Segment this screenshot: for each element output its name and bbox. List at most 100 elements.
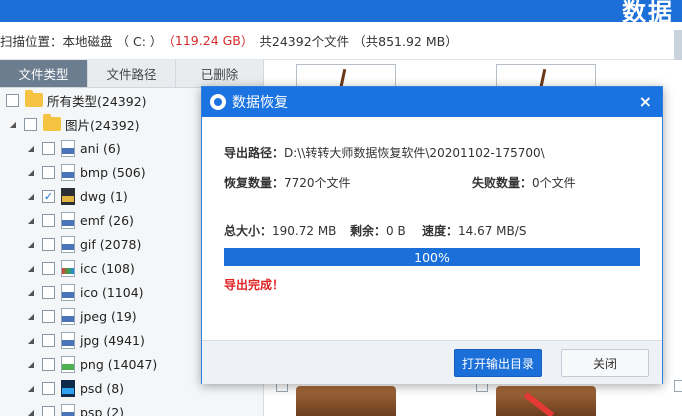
checkbox[interactable]	[42, 357, 55, 371]
tree-item-png[interactable]: ◢ png (14047)	[26, 352, 157, 376]
dwg-file-icon	[61, 187, 75, 205]
file-icon	[61, 139, 75, 157]
tree-item-psp[interactable]: ◢ psp (2)	[26, 400, 124, 416]
dialog-titlebar: 数据恢复 ×	[202, 87, 662, 117]
tree-label: gif (2078)	[80, 236, 142, 252]
failed-count-value: 0个文件	[532, 176, 576, 190]
export-path-line: 导出路径：D:\\转转大师数据恢复软件\20201102-175700\	[224, 144, 545, 161]
tree-item-psd[interactable]: ◢ psd (8)	[26, 376, 124, 400]
tree-item-icc[interactable]: ◢ icc (108)	[26, 256, 135, 280]
expand-arrow-icon[interactable]: ◢	[26, 168, 36, 177]
file-icon	[61, 403, 75, 416]
disk-size-open: （	[162, 34, 175, 49]
total-size-value: 190.72 MB	[272, 224, 337, 238]
file-icon	[61, 331, 75, 349]
file-icon	[61, 211, 75, 229]
tree-item-gif[interactable]: ◢ gif (2078)	[26, 232, 141, 256]
data-recovery-dialog: 数据恢复 × 导出路径：D:\\转转大师数据恢复软件\20201102-1757…	[201, 86, 663, 384]
expand-arrow-icon[interactable]: ◢	[26, 360, 36, 369]
tree-label: jpg (4941)	[80, 332, 145, 348]
checkbox[interactable]	[42, 309, 55, 323]
dialog-body: 导出路径：D:\\转转大师数据恢复软件\20201102-175700\ 恢复数…	[202, 118, 662, 340]
failed-count-line: 失败数量：0个文件	[472, 174, 576, 191]
checkbox[interactable]	[42, 213, 55, 227]
checkbox[interactable]	[42, 333, 55, 347]
expand-arrow-icon[interactable]: ◢	[26, 384, 36, 393]
file-icon	[61, 235, 75, 253]
close-button[interactable]: 关闭	[561, 349, 649, 377]
speed-value: 14.67 MB/S	[458, 224, 527, 238]
tree-label: 图片(24392)	[65, 117, 140, 133]
tree-item-bmp[interactable]: ◢ bmp (506)	[26, 160, 146, 184]
remaining-line: 剩余：0 B	[350, 222, 406, 239]
tree-item-jpg[interactable]: ◢ jpg (4941)	[26, 328, 145, 352]
expand-arrow-icon[interactable]: ◢	[26, 216, 36, 225]
thumbnail[interactable]	[296, 386, 396, 416]
close-icon[interactable]: ×	[639, 92, 652, 111]
checkbox[interactable]	[42, 165, 55, 179]
tab-file-type[interactable]: 文件类型	[0, 60, 88, 87]
expand-arrow-icon[interactable]: ◢	[26, 408, 36, 416]
tree-label: png (14047)	[80, 356, 158, 372]
scan-disk: 本地磁盘 （ C: ）	[62, 34, 163, 49]
tree-label: ico (1104)	[80, 284, 144, 300]
tab-deleted[interactable]: 已删除	[176, 60, 264, 87]
dialog-title: 数据恢复	[232, 95, 288, 111]
checkbox[interactable]	[42, 285, 55, 299]
disk-size-close: ）	[240, 34, 254, 49]
tree-label: jpeg (19)	[80, 308, 137, 324]
tree-label: psd (8)	[80, 380, 125, 396]
remaining-label: 剩余：	[350, 224, 387, 238]
expand-arrow-icon[interactable]: ◢	[26, 336, 36, 345]
checkbox[interactable]	[42, 237, 55, 251]
checkbox[interactable]	[42, 141, 55, 155]
checkbox-checked[interactable]: ✓	[42, 189, 55, 203]
total-size-label: 总大小：	[224, 224, 273, 238]
export-complete-message: 导出完成！	[224, 278, 285, 292]
remaining-value: 0 B	[386, 224, 406, 238]
tree-label: emf (26)	[80, 212, 134, 228]
file-icon	[61, 307, 75, 325]
expand-arrow-icon[interactable]: ◢	[26, 288, 36, 297]
checkbox[interactable]	[24, 117, 37, 131]
expand-arrow-icon[interactable]: ◢	[26, 144, 36, 153]
speed-label: 速度：	[422, 224, 459, 238]
expand-arrow-icon[interactable]: ◢	[26, 264, 36, 273]
recovered-count-label: 恢复数量：	[224, 176, 285, 190]
folder-icon	[43, 114, 61, 131]
thumbnail-checkbox[interactable]	[674, 380, 682, 392]
color-profile-icon	[61, 259, 75, 277]
tree-item-ico[interactable]: ◢ ico (1104)	[26, 280, 144, 304]
tree-item-emf[interactable]: ◢ emf (26)	[26, 208, 134, 232]
scan-location-label: 扫描位置：	[0, 34, 63, 49]
photoshop-icon	[61, 379, 75, 397]
expand-arrow-icon[interactable]: ◢	[26, 192, 36, 201]
app-logo-icon	[210, 94, 226, 110]
export-path-label: 导出路径：	[224, 146, 285, 160]
checkbox[interactable]	[42, 405, 55, 416]
tree-label: icc (108)	[80, 260, 135, 276]
expand-arrow-icon[interactable]: ◢	[8, 120, 18, 129]
recovered-count-value: 7720个文件	[284, 176, 351, 190]
open-output-folder-button[interactable]: 打开输出目录	[454, 349, 542, 377]
scan-total: 共24392个文件 （共851.92 MB）	[259, 34, 458, 49]
expand-arrow-icon[interactable]: ◢	[26, 240, 36, 249]
tree-item-jpeg[interactable]: ◢ jpeg (19)	[26, 304, 137, 328]
tree-item-dwg[interactable]: ◢ ✓ dwg (1)	[26, 184, 128, 208]
tab-file-path[interactable]: 文件路径	[88, 60, 176, 87]
tree-row-images[interactable]: ◢ 图片(24392)	[8, 112, 140, 136]
file-icon	[61, 283, 75, 301]
tree-label: dwg (1)	[80, 188, 128, 204]
checkbox[interactable]	[42, 261, 55, 275]
app-header: 数据	[0, 0, 682, 22]
failed-count-label: 失败数量：	[472, 176, 533, 190]
tree-label: 所有类型(24392)	[47, 93, 147, 109]
tree-row-all[interactable]: 所有类型(24392)	[6, 88, 147, 112]
checkbox[interactable]	[6, 93, 19, 107]
checkbox[interactable]	[42, 381, 55, 395]
total-size-line: 总大小：190.72 MB	[224, 222, 336, 239]
header-scroll-knob[interactable]	[674, 30, 682, 60]
tree-item-ani[interactable]: ◢ ani (6)	[26, 136, 121, 160]
expand-arrow-icon[interactable]: ◢	[26, 312, 36, 321]
progress-bar: 100%	[224, 248, 640, 266]
